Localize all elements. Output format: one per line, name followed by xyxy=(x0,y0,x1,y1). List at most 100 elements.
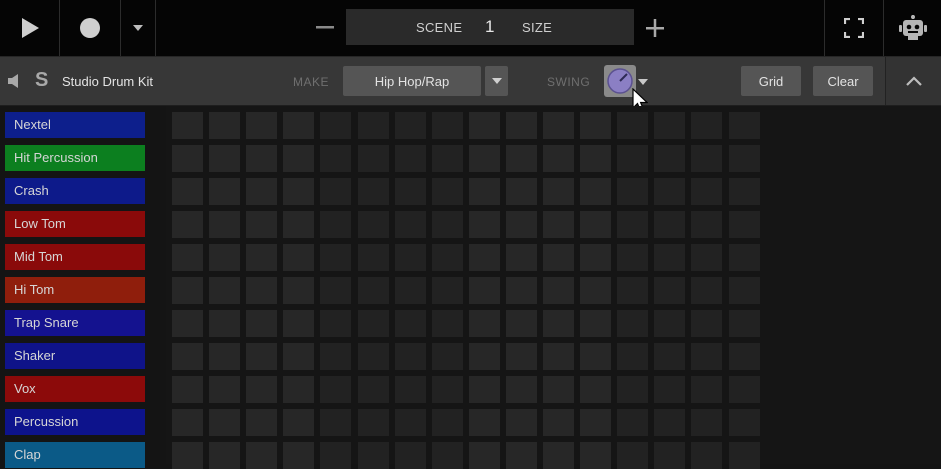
mute-button[interactable] xyxy=(7,73,23,94)
step-cell[interactable] xyxy=(209,211,241,238)
step-cell[interactable] xyxy=(357,343,389,370)
step-cell[interactable] xyxy=(209,112,241,139)
step-cell[interactable] xyxy=(394,112,426,139)
instrument-button[interactable]: Crash xyxy=(5,178,145,204)
solo-button[interactable]: S xyxy=(35,69,48,92)
step-cell[interactable] xyxy=(691,343,723,370)
scene-size-increase-button[interactable] xyxy=(640,0,670,56)
step-cell[interactable] xyxy=(617,244,649,271)
step-cell[interactable] xyxy=(543,145,574,172)
step-cell[interactable] xyxy=(580,343,612,370)
step-cell[interactable] xyxy=(468,211,500,238)
step-cell[interactable] xyxy=(691,145,723,172)
step-cell[interactable] xyxy=(580,277,612,304)
step-cell[interactable] xyxy=(543,376,574,403)
step-cell[interactable] xyxy=(728,343,760,370)
step-cell[interactable] xyxy=(728,244,760,271)
step-cell[interactable] xyxy=(357,112,389,139)
step-cell[interactable] xyxy=(691,376,723,403)
step-cell[interactable] xyxy=(580,145,612,172)
step-cell[interactable] xyxy=(468,178,500,205)
step-cell[interactable] xyxy=(654,211,686,238)
step-cell[interactable] xyxy=(394,178,426,205)
genre-dropdown-button[interactable] xyxy=(485,66,508,96)
step-cell[interactable] xyxy=(617,211,649,238)
step-cell[interactable] xyxy=(543,112,574,139)
step-cell[interactable] xyxy=(691,178,723,205)
step-cell[interactable] xyxy=(580,442,612,469)
step-cell[interactable] xyxy=(431,178,463,205)
step-cell[interactable] xyxy=(246,244,278,271)
step-cell[interactable] xyxy=(505,211,537,238)
step-cell[interactable] xyxy=(468,442,500,469)
step-cell[interactable] xyxy=(283,442,315,469)
step-cell[interactable] xyxy=(209,244,241,271)
kit-name[interactable]: Studio Drum Kit xyxy=(62,74,153,89)
step-cell[interactable] xyxy=(728,178,760,205)
step-cell[interactable] xyxy=(209,343,241,370)
step-cell[interactable] xyxy=(209,409,241,436)
step-cell[interactable] xyxy=(728,409,760,436)
step-cell[interactable] xyxy=(431,310,463,337)
step-cell[interactable] xyxy=(172,211,203,238)
grid-button[interactable]: Grid xyxy=(741,66,801,96)
step-cell[interactable] xyxy=(691,244,723,271)
step-cell[interactable] xyxy=(617,376,649,403)
instrument-button[interactable]: Nextel xyxy=(5,112,145,138)
instrument-button[interactable]: Hit Percussion xyxy=(5,145,145,171)
step-cell[interactable] xyxy=(654,145,686,172)
step-cell[interactable] xyxy=(246,442,278,469)
step-cell[interactable] xyxy=(431,409,463,436)
step-cell[interactable] xyxy=(320,376,352,403)
record-options-button[interactable] xyxy=(121,0,155,56)
step-cell[interactable] xyxy=(654,244,686,271)
step-cell[interactable] xyxy=(617,409,649,436)
step-cell[interactable] xyxy=(617,277,649,304)
step-cell[interactable] xyxy=(172,277,203,304)
step-cell[interactable] xyxy=(691,211,723,238)
step-cell[interactable] xyxy=(654,409,686,436)
step-cell[interactable] xyxy=(320,178,352,205)
step-cell[interactable] xyxy=(691,112,723,139)
step-cell[interactable] xyxy=(357,409,389,436)
step-cell[interactable] xyxy=(320,244,352,271)
step-cell[interactable] xyxy=(394,145,426,172)
step-cell[interactable] xyxy=(543,211,574,238)
step-cell[interactable] xyxy=(505,244,537,271)
step-cell[interactable] xyxy=(431,112,463,139)
step-cell[interactable] xyxy=(654,112,686,139)
step-cell[interactable] xyxy=(431,211,463,238)
step-cell[interactable] xyxy=(246,409,278,436)
step-cell[interactable] xyxy=(505,409,537,436)
step-cell[interactable] xyxy=(357,277,389,304)
step-cell[interactable] xyxy=(505,112,537,139)
step-cell[interactable] xyxy=(543,310,574,337)
step-cell[interactable] xyxy=(246,376,278,403)
step-cell[interactable] xyxy=(283,343,315,370)
step-cell[interactable] xyxy=(580,409,612,436)
step-cell[interactable] xyxy=(654,178,686,205)
step-cell[interactable] xyxy=(172,310,203,337)
step-cell[interactable] xyxy=(468,343,500,370)
step-cell[interactable] xyxy=(320,277,352,304)
step-cell[interactable] xyxy=(654,376,686,403)
fullscreen-button[interactable] xyxy=(825,0,883,56)
step-cell[interactable] xyxy=(357,244,389,271)
instrument-button[interactable]: Mid Tom xyxy=(5,244,145,270)
step-cell[interactable] xyxy=(468,376,500,403)
step-cell[interactable] xyxy=(394,343,426,370)
step-cell[interactable] xyxy=(543,442,574,469)
step-cell[interactable] xyxy=(617,310,649,337)
step-cell[interactable] xyxy=(246,145,278,172)
step-cell[interactable] xyxy=(617,178,649,205)
step-cell[interactable] xyxy=(320,310,352,337)
step-cell[interactable] xyxy=(172,376,203,403)
step-cell[interactable] xyxy=(728,145,760,172)
step-cell[interactable] xyxy=(728,442,760,469)
step-cell[interactable] xyxy=(728,277,760,304)
step-cell[interactable] xyxy=(209,442,241,469)
instrument-button[interactable]: Vox xyxy=(5,376,145,402)
step-cell[interactable] xyxy=(505,277,537,304)
step-cell[interactable] xyxy=(283,409,315,436)
step-cell[interactable] xyxy=(246,310,278,337)
